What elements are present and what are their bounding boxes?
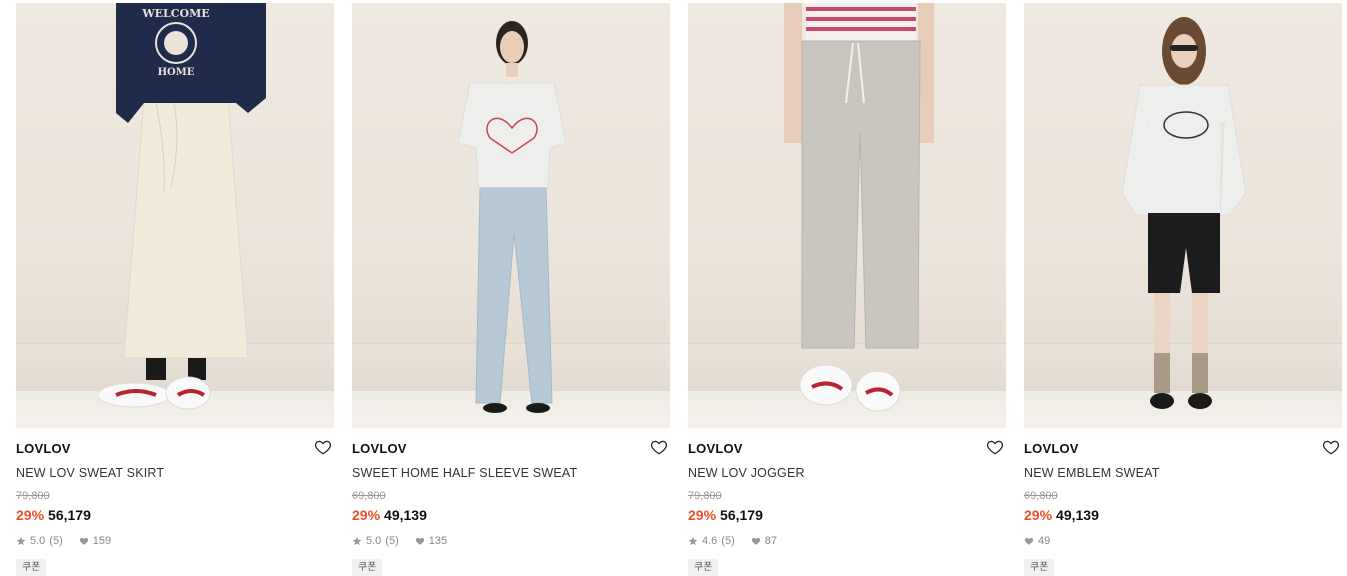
- product-meta: 5.0 (5) 135: [352, 535, 447, 547]
- product-name[interactable]: NEW EMBLEM SWEAT: [1024, 466, 1160, 480]
- product-grid: WELCOME HOME LOVLOV NEW LOV SWEAT SKIRT …: [0, 0, 1347, 576]
- sale-price: 49,139: [1056, 507, 1099, 523]
- review-count: (5): [385, 535, 399, 547]
- brand-name[interactable]: LOVLOV: [688, 441, 743, 456]
- product-card[interactable]: LOVLOV NEW LOV JOGGER 79,800 29% 56,179 4…: [688, 0, 1006, 576]
- like-count: 87: [764, 535, 777, 547]
- product-image[interactable]: WELCOME HOME: [16, 3, 334, 428]
- product-card[interactable]: LOVLOV SWEET HOME HALF SLEEVE SWEAT 69,8…: [352, 0, 670, 576]
- product-card[interactable]: LOVLOV NEW EMBLEM SWEAT 69,800 29% 49,139…: [1024, 0, 1342, 576]
- price-line: 29% 49,139: [352, 507, 427, 523]
- heart-filled-icon: [79, 537, 88, 545]
- star-icon: [688, 536, 698, 546]
- discount-rate: 29%: [1024, 507, 1053, 523]
- product-image[interactable]: [688, 3, 1006, 428]
- review-count: (5): [49, 535, 63, 547]
- coupon-badge: 쿠폰: [688, 559, 719, 576]
- product-meta: 49: [1024, 535, 1050, 547]
- sale-price: 56,179: [720, 507, 763, 523]
- star-icon: [16, 536, 26, 546]
- original-price: 69,800: [352, 490, 386, 502]
- product-name[interactable]: SWEET HOME HALF SLEEVE SWEAT: [352, 466, 577, 480]
- coupon-badge: 쿠폰: [352, 559, 383, 576]
- rating-value: 5.0: [30, 535, 46, 547]
- coupon-badge: 쿠폰: [16, 559, 47, 576]
- review-count: (5): [721, 535, 735, 547]
- price-line: 29% 56,179: [688, 507, 763, 523]
- price-line: 29% 56,179: [16, 507, 91, 523]
- brand-name[interactable]: LOVLOV: [1024, 441, 1079, 456]
- original-price: 79,800: [688, 490, 722, 502]
- product-meta: 5.0 (5) 159: [16, 535, 111, 547]
- product-image[interactable]: [1024, 3, 1342, 428]
- svg-text:HOME: HOME: [158, 67, 195, 78]
- product-name[interactable]: NEW LOV SWEAT SKIRT: [16, 466, 164, 480]
- like-count: 49: [1038, 535, 1051, 547]
- discount-rate: 29%: [16, 507, 45, 523]
- heart-icon[interactable]: [986, 438, 1004, 456]
- sale-price: 49,139: [384, 507, 427, 523]
- svg-text:WELCOME: WELCOME: [141, 7, 209, 20]
- heart-icon[interactable]: [650, 438, 668, 456]
- product-image[interactable]: [352, 3, 670, 428]
- brand-name[interactable]: LOVLOV: [16, 441, 71, 456]
- brand-name[interactable]: LOVLOV: [352, 441, 407, 456]
- product-card[interactable]: WELCOME HOME LOVLOV NEW LOV SWEAT SKIRT …: [16, 0, 334, 576]
- discount-rate: 29%: [688, 507, 717, 523]
- rating-value: 5.0: [366, 535, 382, 547]
- price-line: 29% 49,139: [1024, 507, 1099, 523]
- star-icon: [352, 536, 362, 546]
- discount-rate: 29%: [352, 507, 381, 523]
- heart-filled-icon: [1024, 537, 1034, 545]
- sale-price: 56,179: [48, 507, 91, 523]
- rating-value: 4.6: [702, 535, 718, 547]
- heart-filled-icon: [751, 537, 760, 545]
- product-name[interactable]: NEW LOV JOGGER: [688, 466, 805, 480]
- original-price: 69,800: [1024, 490, 1058, 502]
- product-meta: 4.6 (5) 87: [688, 535, 777, 547]
- original-price: 79,800: [16, 490, 50, 502]
- heart-icon[interactable]: [314, 438, 332, 456]
- heart-icon[interactable]: [1322, 438, 1340, 456]
- coupon-badge: 쿠폰: [1024, 559, 1055, 576]
- like-count: 135: [428, 535, 448, 547]
- like-count: 159: [92, 535, 112, 547]
- heart-filled-icon: [415, 537, 424, 545]
